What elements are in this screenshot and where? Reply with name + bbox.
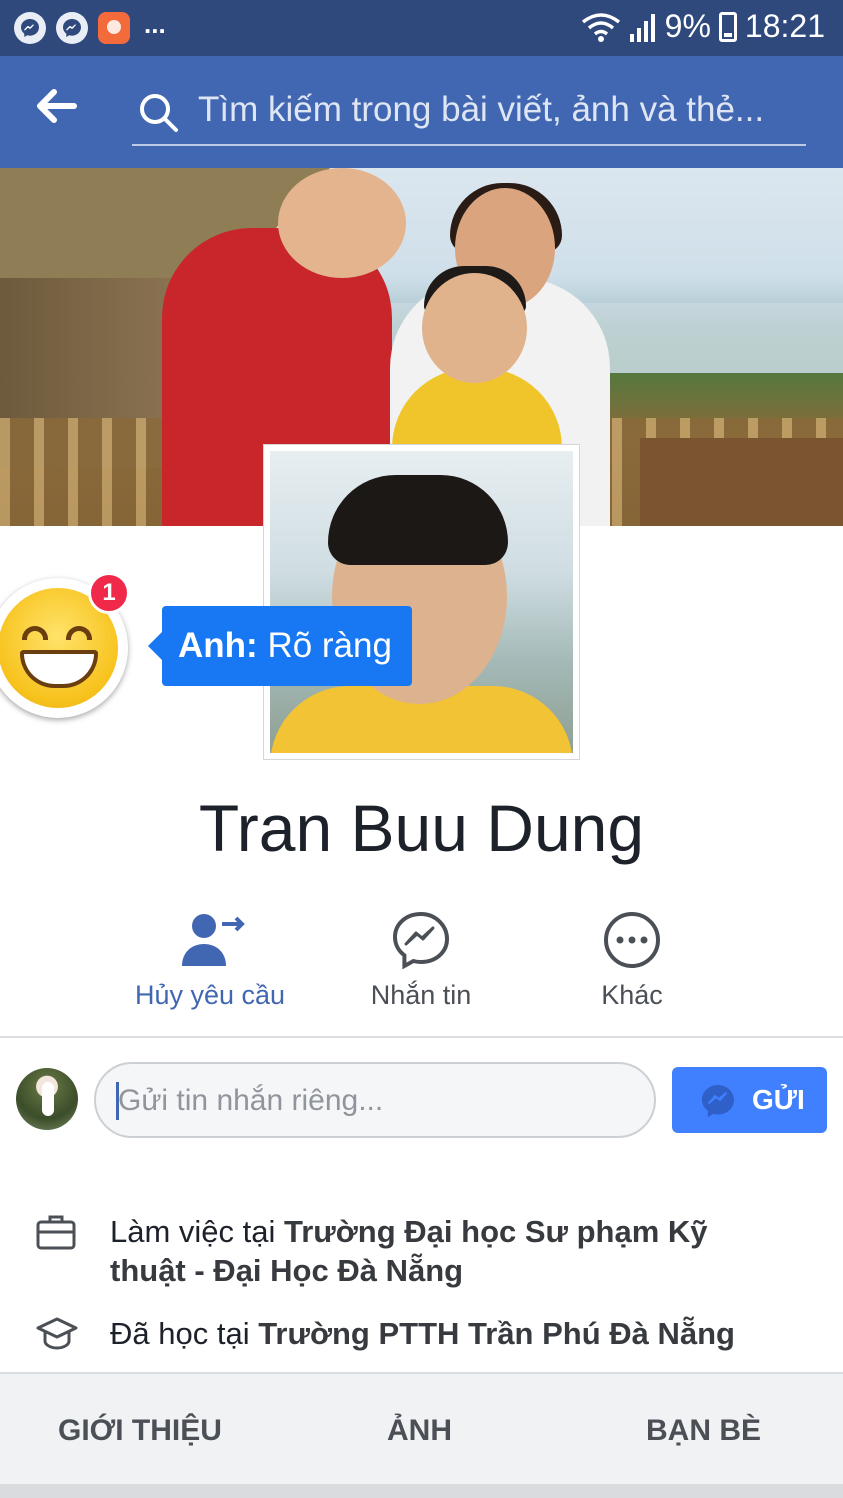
message-button[interactable]: Nhắn tin (321, 900, 521, 1011)
signal-icon (629, 13, 655, 42)
tab-friends[interactable]: BẠN BÈ (646, 1414, 761, 1448)
messenger-icon (702, 1085, 734, 1117)
more-notifications: ... (144, 8, 166, 39)
text-caret (116, 1082, 119, 1120)
back-button[interactable] (34, 86, 94, 140)
cancel-request-button[interactable]: Hủy yêu cầu (110, 900, 310, 1011)
friend-request-sent-icon (182, 914, 245, 966)
search-placeholder: Tìm kiếm trong bài viết, ảnh và thẻ... (198, 90, 765, 129)
more-label: Khác (601, 980, 663, 1010)
more-icon (604, 912, 660, 968)
tab-photos[interactable]: ẢNH (387, 1414, 452, 1448)
bottom-strip (0, 1484, 843, 1498)
app-notification-icon (98, 12, 130, 44)
battery-icon (718, 11, 737, 42)
message-preview-text: Rõ ràng (267, 626, 392, 665)
private-message-input[interactable]: Gửi tin nhắn riêng... (94, 1062, 656, 1138)
messenger-notification-icon (56, 12, 88, 44)
battery-percent: 9% (664, 8, 711, 44)
back-arrow-icon (37, 89, 77, 123)
send-label: GỬI (752, 1084, 805, 1115)
message-placeholder: Gửi tin nhắn riêng... (118, 1084, 384, 1117)
section-divider (0, 1036, 843, 1038)
profile-name: Tran Buu Dung (198, 791, 645, 865)
school-link[interactable]: Trường PTTH Trần Phú Đà Nẵng (258, 1316, 735, 1351)
avatar (16, 1068, 78, 1130)
education-info: Đã học tại Trường PTTH Trần Phú Đà Nẵng (36, 1314, 816, 1354)
message-label: Nhắn tin (370, 980, 472, 1010)
graduation-cap-icon (36, 1317, 78, 1350)
profile-picture[interactable] (263, 444, 580, 760)
search-input[interactable]: Tìm kiếm trong bài viết, ảnh và thẻ... (132, 80, 806, 146)
study-prefix: Đã học tại (110, 1316, 259, 1351)
tab-about[interactable]: GIỚI THIỆU (58, 1414, 222, 1448)
profile-tab-bar: GIỚI THIỆU ẢNH BẠN BÈ (0, 1372, 843, 1484)
cancel-request-label: Hủy yêu cầu (134, 980, 286, 1010)
messenger-notification-icon (14, 12, 46, 44)
work-prefix: Làm việc tại (110, 1214, 285, 1249)
notification-icons: ... (14, 8, 166, 44)
chat-head-message-preview[interactable]: Anh: Rõ ràng (148, 606, 412, 686)
send-button[interactable]: GỬI (672, 1067, 827, 1133)
top-navigation-bar: Tìm kiếm trong bài viết, ảnh và thẻ... (0, 56, 843, 168)
unread-badge: 1 (88, 572, 130, 614)
briefcase-icon (36, 1215, 76, 1250)
clock: 18:21 (744, 8, 825, 44)
search-icon (140, 94, 178, 132)
more-button[interactable]: Khác (532, 900, 732, 1011)
system-status: 9% 18:21 (581, 8, 825, 45)
status-bar: ... 9% 18:21 (0, 0, 843, 56)
sender-name: Anh: (178, 626, 258, 665)
wifi-icon (581, 12, 620, 42)
messenger-icon (392, 911, 450, 970)
work-info: Làm việc tại Trường Đại học Sư phạm Kỹ t… (36, 1212, 816, 1292)
